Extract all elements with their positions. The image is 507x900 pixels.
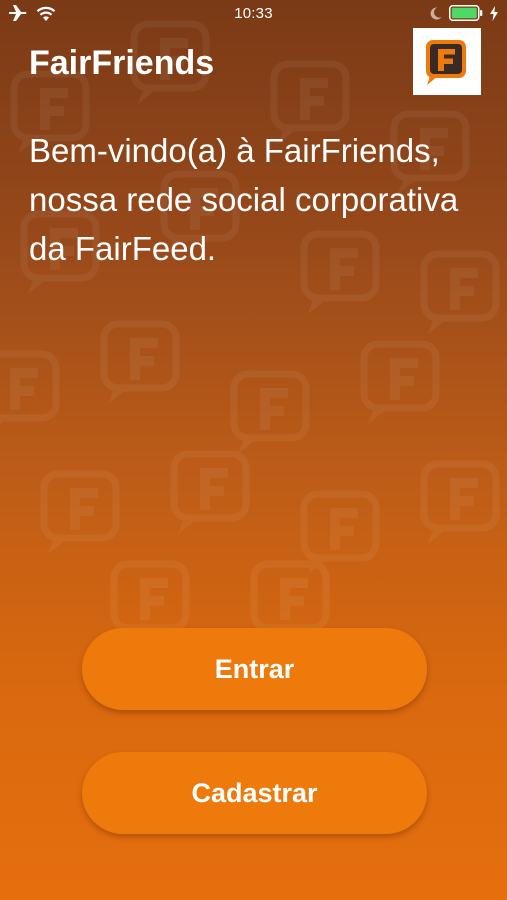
- charging-bolt-icon: [490, 5, 498, 21]
- moon-icon: [430, 6, 442, 19]
- fairfriends-logo-icon: [426, 40, 466, 85]
- welcome-message: Bem-vindo(a) à FairFriends, nossa rede s…: [29, 132, 459, 267]
- fairfriends-logo: [413, 28, 481, 95]
- status-right: [430, 5, 498, 21]
- signup-button[interactable]: Cadastrar: [82, 752, 427, 834]
- login-button[interactable]: Entrar: [82, 628, 427, 710]
- status-bar: 10:33: [0, 0, 507, 30]
- app-title: FairFriends: [29, 44, 215, 82]
- welcome-screen: 10:33 FairFriends Bem-vindo(a) à FairFri…: [0, 0, 507, 900]
- battery-icon: [449, 5, 483, 21]
